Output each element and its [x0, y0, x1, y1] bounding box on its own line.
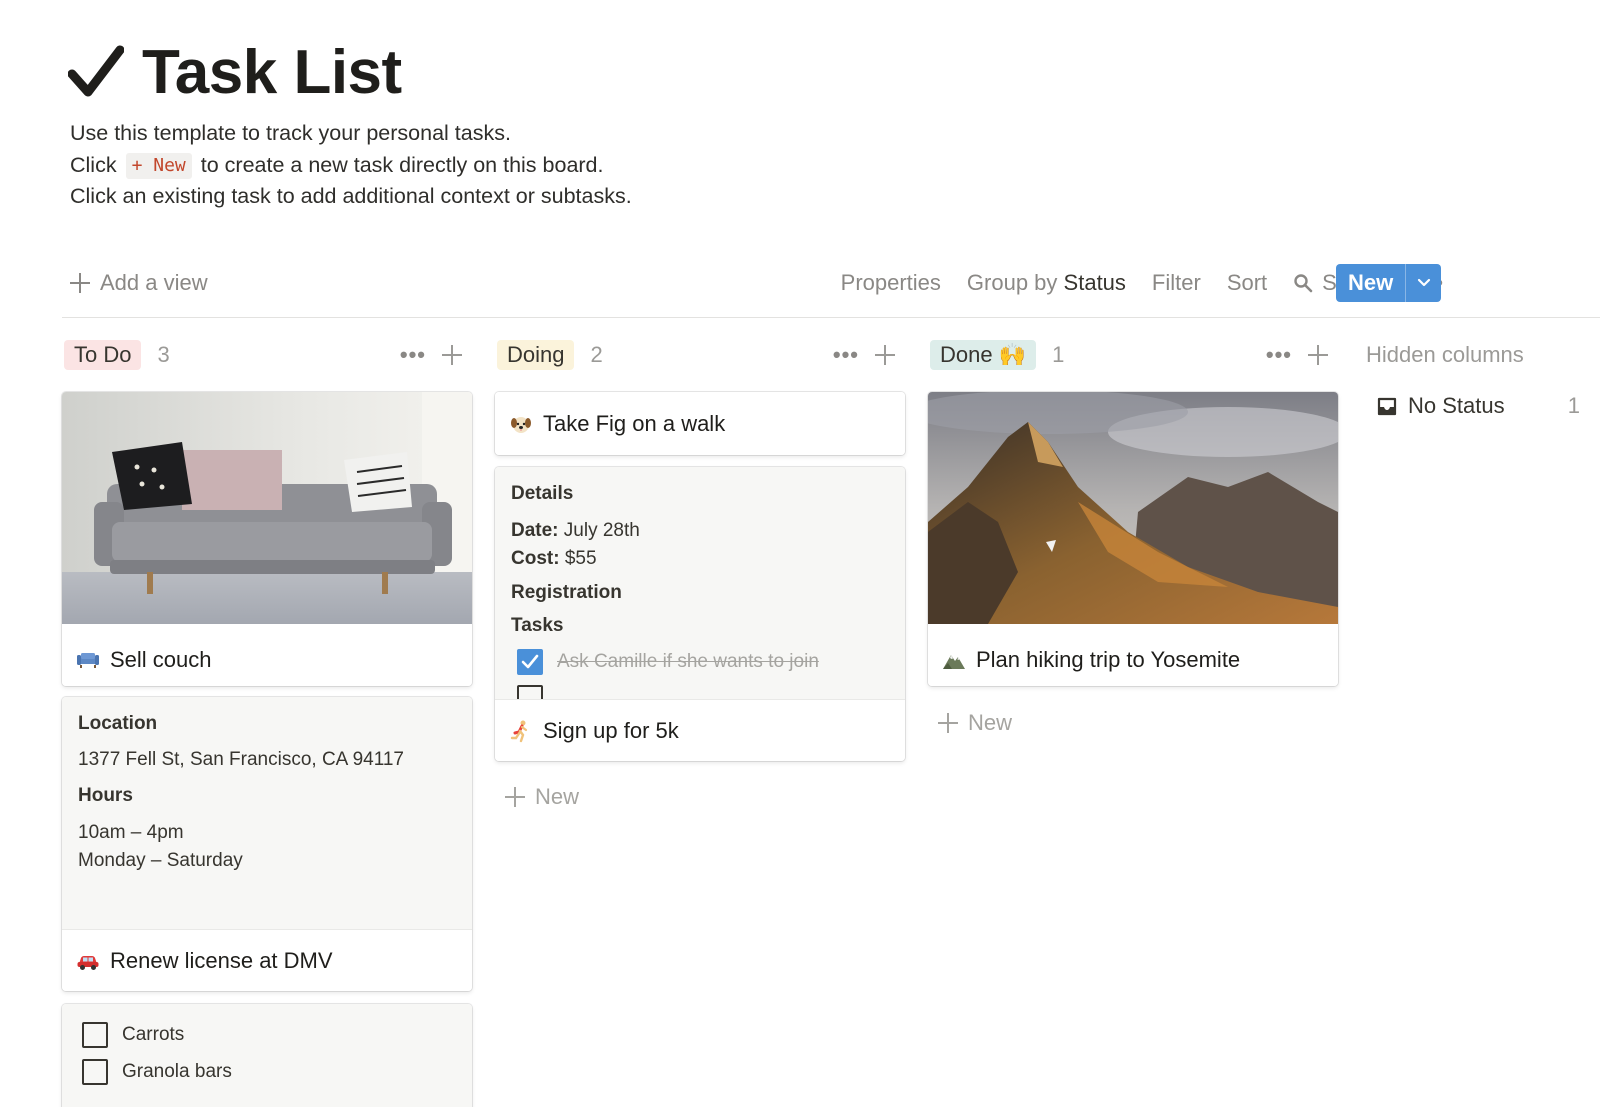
column-count: 1: [1052, 342, 1065, 367]
checkbox[interactable]: [82, 1022, 108, 1048]
checkmark-icon: [68, 45, 124, 97]
inline-new-chip: + New: [125, 152, 192, 179]
column-todo: To Do 3 ••• Sell couch Location 1377 Fel…: [62, 337, 472, 1107]
address-text: 1377 Fell St, San Francisco, CA 94117: [78, 749, 404, 770]
card-renew-license[interactable]: Location 1377 Fell St, San Francisco, CA…: [62, 697, 472, 991]
column-add-icon[interactable]: [442, 345, 462, 365]
column-more-icon[interactable]: •••: [400, 344, 426, 366]
mountain-icon: [943, 655, 965, 669]
filter-button[interactable]: Filter: [1152, 270, 1201, 296]
card-groceries[interactable]: Carrots Granola bars: [62, 1004, 472, 1107]
dog-icon: [511, 416, 531, 433]
checklist-item: [511, 685, 889, 699]
card-title-text: Sign up for 5k: [543, 717, 679, 743]
card-title: Renew license at DMV: [62, 929, 472, 991]
add-view-button[interactable]: Add a view: [70, 268, 208, 298]
car-icon: [77, 955, 99, 970]
couch-icon: [77, 653, 99, 668]
mountain-cover-image: [928, 392, 1338, 624]
description-line-3: Click an existing task to add additional…: [70, 184, 632, 208]
description-line-2: Click + New to create a new task directl…: [70, 152, 604, 179]
column-doing: Doing 2 ••• Take Fig on a walk Details D…: [495, 337, 905, 809]
column-add-icon[interactable]: [1308, 345, 1328, 365]
card-sign-up-5k[interactable]: Details Date: July 28th Cost: $55 Regist…: [495, 467, 905, 761]
column-header: Doing 2 •••: [495, 337, 905, 373]
card-plan-hiking[interactable]: Plan hiking trip to Yosemite: [928, 392, 1338, 686]
status-pill-todo[interactable]: To Do: [64, 340, 142, 370]
location-heading: Location: [78, 713, 158, 734]
checkbox[interactable]: [517, 685, 543, 699]
card-preview: Carrots Granola bars: [62, 1004, 472, 1107]
hidden-columns-title: Hidden columns: [1366, 342, 1524, 367]
description-line-1: Use this template to track your personal…: [70, 121, 511, 145]
check-icon: [521, 654, 539, 669]
page-title-text[interactable]: Task List: [142, 37, 402, 108]
column-done: Done 🙌 1 ••• Plan hiking trip to Yosemit…: [928, 337, 1338, 735]
column-add-icon[interactable]: [875, 345, 895, 365]
date-text: Date: July 28th: [511, 520, 640, 541]
tasks-heading: Tasks: [511, 615, 564, 636]
checklist-item: Carrots: [82, 1022, 452, 1048]
registration-heading: Registration: [511, 582, 622, 603]
plus-icon: [70, 273, 90, 293]
no-status-count: 1: [1567, 393, 1580, 418]
sort-button[interactable]: Sort: [1227, 270, 1267, 296]
page-description: Use this template to track your personal…: [70, 118, 632, 213]
card-title-text: Plan hiking trip to Yosemite: [976, 647, 1241, 672]
column-count: 2: [590, 342, 603, 367]
column-header: To Do 3 •••: [62, 337, 472, 373]
card-preview: Location 1377 Fell St, San Francisco, CA…: [62, 697, 472, 929]
hidden-column-no-status[interactable]: No Status 1: [1366, 393, 1600, 419]
card-title: Take Fig on a walk: [495, 392, 905, 455]
couch-cover-image: [62, 392, 472, 624]
days-text: Monday – Saturday: [78, 850, 243, 871]
board-toolbar: Add a view Properties Group by Status Fi…: [62, 262, 1600, 318]
add-new-card-button[interactable]: New: [938, 710, 1012, 736]
card-title: Sell couch: [62, 629, 472, 686]
runner-icon: [510, 720, 528, 742]
plus-icon: [938, 713, 958, 733]
cost-text: Cost: $55: [511, 548, 597, 569]
card-title-text: Take Fig on a walk: [543, 410, 726, 436]
checklist-item: Ask Camille if she wants to join: [511, 649, 889, 675]
search-icon: [1294, 274, 1313, 293]
page-header: Task List Use this template to track you…: [68, 34, 632, 213]
column-header: Done 🙌 1 •••: [928, 337, 1338, 373]
new-split-button: New: [1336, 264, 1442, 302]
column-count: 3: [157, 342, 170, 367]
checkbox-checked[interactable]: [517, 649, 543, 675]
hours-text: 10am – 4pm: [78, 822, 184, 843]
inbox-icon: [1377, 397, 1397, 416]
card-title-text: Sell couch: [110, 647, 212, 672]
checkbox[interactable]: [82, 1059, 108, 1085]
page-title: Task List: [68, 34, 632, 110]
column-more-icon[interactable]: •••: [833, 344, 859, 366]
card-preview: Details Date: July 28th Cost: $55 Regist…: [495, 467, 905, 699]
properties-button[interactable]: Properties: [841, 270, 941, 296]
hours-heading: Hours: [78, 785, 133, 806]
plus-icon: [505, 787, 525, 807]
column-more-icon[interactable]: •••: [1266, 344, 1292, 366]
chevron-down-icon: [1417, 278, 1430, 287]
card-title: Sign up for 5k: [495, 699, 905, 761]
new-button[interactable]: New: [1336, 264, 1405, 302]
hidden-columns-panel: Hidden columns No Status 1: [1366, 337, 1600, 419]
status-pill-doing[interactable]: Doing: [497, 340, 575, 370]
add-new-card-button[interactable]: New: [505, 784, 579, 810]
card-title-text: Renew license at DMV: [110, 947, 333, 973]
card-take-fig[interactable]: Take Fig on a walk: [495, 392, 905, 455]
card-title: Plan hiking trip to Yosemite: [928, 629, 1338, 686]
checklist-item: Granola bars: [82, 1059, 452, 1085]
new-dropdown-button[interactable]: [1405, 264, 1441, 302]
status-pill-done[interactable]: Done 🙌: [930, 340, 1037, 370]
card-sell-couch[interactable]: Sell couch: [62, 392, 472, 686]
group-by-button[interactable]: Group by Status: [967, 270, 1126, 296]
details-heading: Details: [511, 483, 574, 504]
